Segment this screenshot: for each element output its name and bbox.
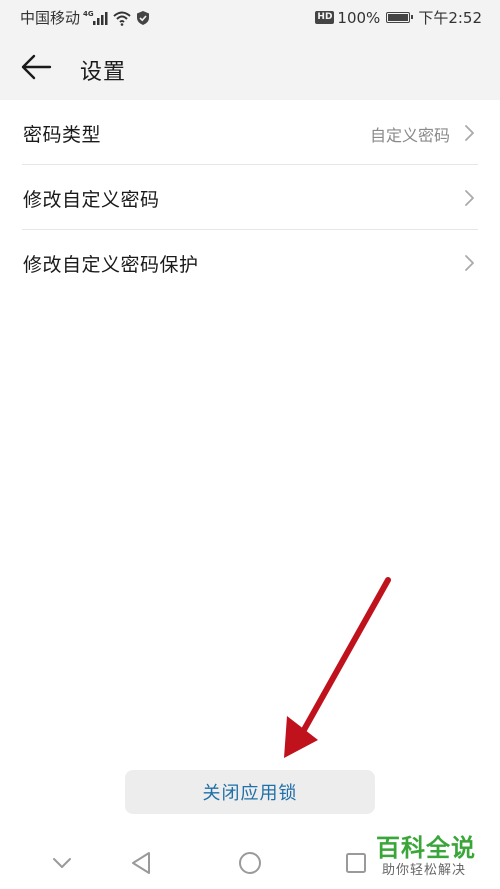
setting-label: 修改自定义密码 — [23, 189, 160, 211]
battery-percent: 100% — [337, 8, 381, 27]
chevron-right-icon — [465, 255, 474, 271]
back-nav-icon[interactable] — [128, 849, 156, 877]
back-arrow-icon — [21, 54, 52, 80]
setting-change-custom-password[interactable]: 修改自定义密码 — [22, 165, 478, 230]
carrier-name: 中国移动 — [20, 9, 81, 27]
navigation-bar — [0, 834, 500, 889]
hd-badge: HD — [315, 11, 335, 24]
back-button[interactable] — [20, 52, 54, 82]
chevron-right-icon — [465, 190, 474, 206]
setting-password-type[interactable]: 密码类型 自定义密码 — [22, 100, 478, 165]
settings-list: 密码类型 自定义密码 修改自定义密码 修改自定义密码保护 — [0, 100, 500, 294]
battery-icon — [386, 12, 414, 23]
annotation-arrow-head — [284, 716, 318, 758]
setting-label: 修改自定义密码保护 — [23, 254, 199, 276]
network-type-label: 4G — [83, 10, 94, 18]
shield-icon — [137, 10, 150, 25]
setting-label: 密码类型 — [23, 124, 102, 146]
close-app-lock-button[interactable]: 关闭应用锁 — [125, 770, 375, 814]
status-bar: 中国移动 4G HD 100% 下午2:52 — [0, 0, 500, 34]
chevron-right-icon — [465, 125, 474, 141]
page-title: 设置 — [80, 60, 127, 85]
status-time: 下午2:52 — [418, 9, 482, 27]
wifi-icon — [113, 11, 131, 26]
signal-icon: 4G — [83, 10, 108, 25]
annotation-arrow-shaft — [297, 577, 391, 740]
collapse-nav-icon[interactable] — [48, 849, 76, 877]
setting-change-password-protection[interactable]: 修改自定义密码保护 — [22, 230, 478, 294]
status-right: HD 100% 下午2:52 — [315, 7, 482, 28]
status-left: 中国移动 4G — [20, 7, 151, 28]
setting-value: 自定义密码 — [369, 126, 450, 145]
home-nav-icon[interactable] — [236, 849, 264, 877]
header: 设置 — [0, 34, 500, 100]
recents-nav-icon[interactable] — [342, 849, 370, 877]
